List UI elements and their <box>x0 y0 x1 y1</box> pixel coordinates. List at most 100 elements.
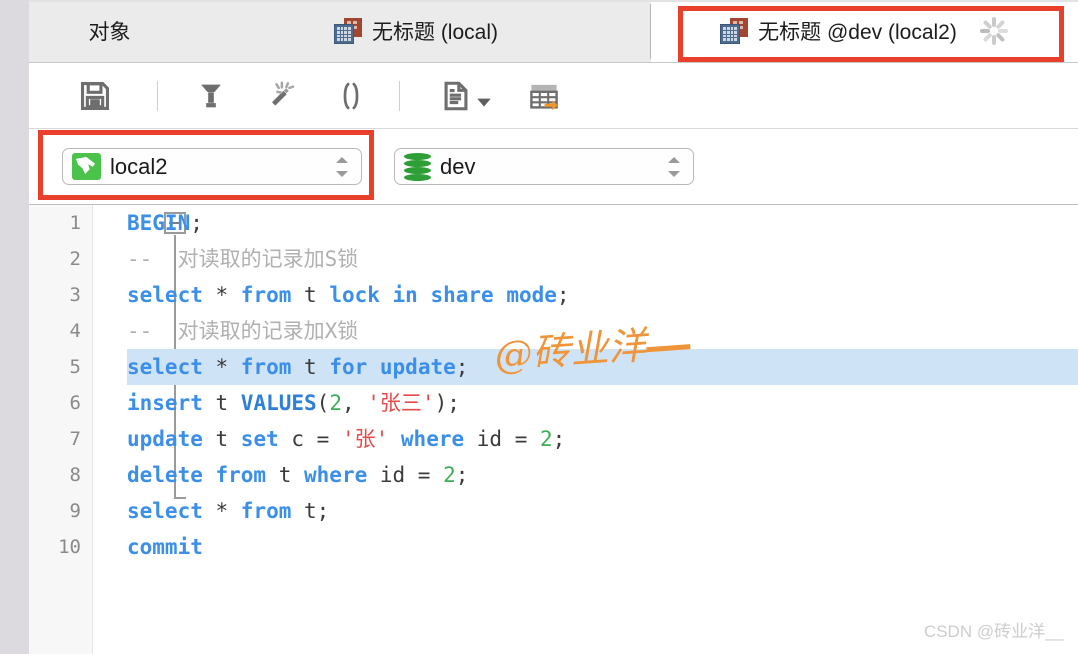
code-lines[interactable]: 1 BEGIN; 2 -- 对读取的记录加S锁 3 select * from t loc… <box>29 205 1078 654</box>
code-token: select <box>127 499 203 523</box>
code-text[interactable]: BEGIN; <box>127 205 1078 241</box>
code-line[interactable]: 6 insert t VALUES(2, '张三'); <box>29 385 1078 421</box>
code-text[interactable]: commit <box>127 529 1078 565</box>
code-token: '张三' <box>367 391 435 415</box>
code-token: t <box>202 427 241 451</box>
corner-watermark: CSDN @砖业洋__ <box>923 622 1064 641</box>
tab-untitled-dev-label: 无标题 @dev (local2) <box>758 21 957 44</box>
code-text[interactable]: -- 对读取的记录加S锁 <box>127 241 1078 277</box>
code-line[interactable]: 9 select * from t; <box>29 493 1078 529</box>
query-table-icon <box>720 18 749 44</box>
code-token: from <box>240 499 292 523</box>
code-token: t <box>291 283 330 307</box>
format-beautify-icon <box>201 84 221 108</box>
code-token: t <box>291 355 330 379</box>
code-token: * <box>202 355 241 379</box>
code-line[interactable]: 1 BEGIN; <box>29 205 1078 241</box>
code-token: lock in share mode <box>329 283 557 307</box>
code-token: -- 对读取的记录加X锁 <box>127 319 359 343</box>
code-token: select <box>127 283 203 307</box>
code-token: from <box>240 283 292 307</box>
code-token: update <box>127 427 203 451</box>
chevron-down-icon <box>476 98 491 107</box>
line-number: 3 <box>69 284 81 306</box>
line-number: 10 <box>58 536 81 558</box>
code-token: BEGIN <box>127 211 191 235</box>
code-token: ; <box>556 283 570 307</box>
tab-untitled-local[interactable]: 无标题 (local) <box>181 0 651 62</box>
code-token: insert <box>127 391 203 415</box>
code-token: id = <box>367 463 444 487</box>
code-token: delete from <box>127 463 267 487</box>
code-token: ; <box>190 211 203 235</box>
export-table-button[interactable] <box>513 63 575 129</box>
code-token: 2 <box>539 427 553 451</box>
code-token: 2 <box>443 463 456 487</box>
code-token: ; <box>455 355 469 379</box>
code-token: ); <box>434 391 460 415</box>
code-token: t <box>266 463 305 487</box>
code-line[interactable]: 10 commit <box>29 529 1078 565</box>
sql-editor[interactable]: 1 BEGIN; 2 -- 对读取的记录加S锁 3 select * from t loc… <box>29 205 1078 654</box>
code-token: for update <box>329 355 456 379</box>
code-token: 2 <box>329 391 342 415</box>
code-token: id = <box>464 427 540 451</box>
code-token: ; <box>455 463 469 487</box>
code-line[interactable]: 3 select * from t lock in share mode; <box>29 277 1078 313</box>
chevron-updown-icon <box>667 156 681 178</box>
editor-toolbar <box>29 63 1078 129</box>
line-number: 1 <box>69 212 81 234</box>
mysql-dolphin-icon <box>72 153 101 180</box>
result-format-button[interactable] <box>427 63 503 129</box>
code-token: '张' <box>341 427 389 451</box>
code-token: where <box>304 463 368 487</box>
code-token: c = <box>278 427 342 451</box>
code-token: t; <box>291 499 330 523</box>
tab-untitled-dev[interactable]: 无标题 @dev (local2) <box>651 0 1078 62</box>
code-token: set <box>240 427 279 451</box>
beautify-sql-button[interactable] <box>251 63 311 129</box>
chevron-updown-icon <box>335 156 349 178</box>
line-number: 6 <box>69 392 81 414</box>
tab-bar: 对象 无标题 (local) 无标题 @dev (local2) <box>29 0 1078 63</box>
line-number: 8 <box>69 464 81 486</box>
code-text[interactable]: delete from t where id = 2; <box>127 457 1078 493</box>
code-line[interactable]: 8 delete from t where id = 2; <box>29 457 1078 493</box>
toolbar-separator-2 <box>399 81 400 111</box>
code-line[interactable]: 7 update t set c = '张' where id = 2; <box>29 421 1078 457</box>
parentheses-icon <box>343 82 359 110</box>
code-token: ; <box>552 427 566 451</box>
connection-bar: local2 dev <box>29 129 1078 310</box>
database-select[interactable]: dev <box>394 148 694 185</box>
code-token: from <box>240 355 292 379</box>
code-text[interactable]: select * from t lock in share mode; <box>127 277 1078 313</box>
toolbar-separator-1 <box>157 81 158 111</box>
database-cylinder-icon <box>404 152 431 181</box>
parentheses-button[interactable] <box>321 63 381 129</box>
connection-select[interactable]: local2 <box>62 148 362 185</box>
left-rail <box>0 0 29 654</box>
line-number: 4 <box>69 320 81 342</box>
save-button[interactable] <box>64 63 126 129</box>
connection-select-value: local2 <box>110 153 168 179</box>
code-token: -- 对读取的记录加S锁 <box>127 247 359 271</box>
code-text[interactable]: insert t VALUES(2, '张三'); <box>127 385 1078 421</box>
export-table-icon <box>530 84 558 111</box>
query-table-icon <box>333 18 362 44</box>
database-select-value: dev <box>440 153 476 179</box>
code-text[interactable]: select * from t; <box>127 493 1078 529</box>
line-number: 7 <box>69 428 81 450</box>
code-line[interactable]: 2 -- 对读取的记录加S锁 <box>29 241 1078 277</box>
save-icon <box>80 81 110 111</box>
code-token: select <box>127 355 203 379</box>
tab-untitled-local-label: 无标题 (local) <box>371 21 498 44</box>
code-token: where <box>400 427 465 451</box>
tab-objects[interactable]: 对象 <box>29 0 180 62</box>
line-number: 5 <box>69 356 81 378</box>
code-text[interactable]: update t set c = '张' where id = 2; <box>127 421 1078 457</box>
code-token: * <box>202 499 241 523</box>
magic-wand-icon <box>272 81 295 106</box>
code-token: t <box>202 391 241 415</box>
format-button[interactable] <box>181 63 241 129</box>
